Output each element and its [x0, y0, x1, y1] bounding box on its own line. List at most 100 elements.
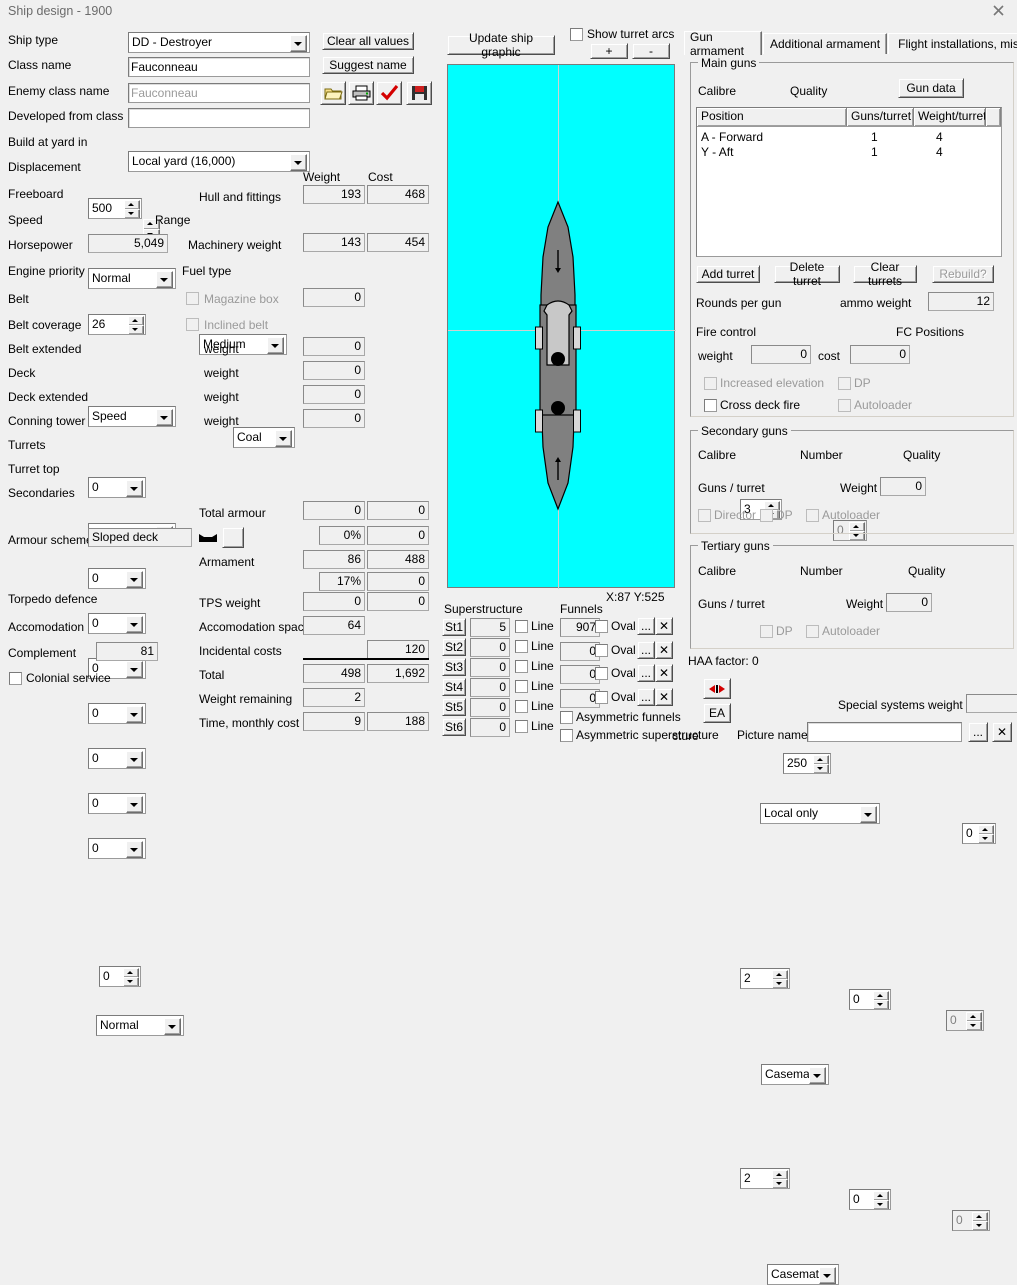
secondary-calibre-input[interactable]: 2: [740, 968, 790, 989]
tertiary-calibre-spin-down[interactable]: [772, 1179, 788, 1188]
tab-gun-armament[interactable]: Gun armament: [684, 30, 762, 58]
print-button[interactable]: [348, 81, 374, 105]
tertiary-number-spin-down[interactable]: [873, 1200, 889, 1209]
column-header-position[interactable]: Position: [697, 108, 847, 126]
fuel-type-select[interactable]: Coal: [233, 427, 295, 448]
secondary-calibre-spin-down[interactable]: [772, 979, 788, 988]
chevron-down-icon[interactable]: [126, 480, 143, 497]
funnel-clear-button-0[interactable]: ✕: [655, 617, 673, 635]
column-header-weight-turret[interactable]: Weight/turret: [914, 108, 986, 126]
tab-flight-installations[interactable]: Flight installations, missiles: [888, 33, 1017, 54]
torpedo-defence-input[interactable]: 0: [99, 966, 141, 987]
clear-turrets-button[interactable]: Clear turrets: [853, 260, 917, 288]
secondary-autoloader-checkbox[interactable]: [806, 509, 819, 522]
funnel-clear-button-3[interactable]: ✕: [655, 688, 673, 706]
chevron-down-icon[interactable]: [126, 751, 143, 768]
validate-button[interactable]: [376, 81, 402, 105]
rounds-spin-down[interactable]: [813, 764, 829, 773]
zoom-in-button[interactable]: +: [590, 43, 628, 59]
superstructure-button-2[interactable]: St3: [442, 658, 466, 676]
delete-turret-button[interactable]: Delete turret: [774, 260, 840, 288]
funnel-browse-button-2[interactable]: ...: [637, 664, 655, 682]
flip-picture-button[interactable]: [703, 678, 731, 699]
chevron-down-icon[interactable]: [290, 154, 307, 171]
engine-priority-select[interactable]: Speed: [88, 406, 176, 427]
belt-select[interactable]: 0: [88, 477, 146, 498]
superstructure-line-checkbox-0[interactable]: [515, 620, 528, 633]
zoom-out-button[interactable]: -: [632, 43, 670, 59]
increased-elevation-checkbox[interactable]: [704, 377, 717, 390]
ship-graphic-canvas[interactable]: [447, 64, 676, 589]
gun-data-button[interactable]: Gun data: [898, 78, 964, 98]
tertiary-calibre-input[interactable]: 2: [740, 1168, 790, 1189]
superstructure-button-1[interactable]: St2: [442, 638, 466, 656]
main-guns-table[interactable]: Position Guns/turret Weight/turret A - F…: [696, 107, 1002, 257]
superstructure-line-checkbox-2[interactable]: [515, 660, 528, 673]
speed-input[interactable]: 26: [88, 314, 146, 335]
asymmetric-funnels-checkbox[interactable]: [560, 711, 573, 724]
chevron-down-icon[interactable]: [126, 661, 143, 678]
ea-button[interactable]: EA: [703, 703, 731, 723]
chevron-down-icon[interactable]: [126, 616, 143, 633]
update-ship-graphic-button[interactable]: Update ship graphic: [447, 31, 555, 59]
tertiary-autoloader-checkbox[interactable]: [806, 625, 819, 638]
cross-deck-fire-checkbox[interactable]: [704, 399, 717, 412]
secondary-guns-turret-select[interactable]: Casemate:: [761, 1064, 829, 1085]
tertiary-quality-input[interactable]: 0: [952, 1210, 990, 1231]
funnel-oval-checkbox-3[interactable]: [595, 691, 608, 704]
magazine-box-checkbox[interactable]: [186, 292, 199, 305]
tertiary-quality-spin-down[interactable]: [972, 1221, 988, 1230]
superstructure-line-checkbox-4[interactable]: [515, 700, 528, 713]
chevron-down-icon[interactable]: [164, 1018, 181, 1035]
funnel-clear-button-1[interactable]: ✕: [655, 641, 673, 659]
belt-extended-select[interactable]: 0: [88, 568, 146, 589]
chevron-down-icon[interactable]: [126, 796, 143, 813]
secondary-number-input[interactable]: 0: [849, 989, 891, 1010]
main-dp-checkbox[interactable]: [838, 377, 851, 390]
tertiary-number-input[interactable]: 0: [849, 1189, 891, 1210]
superstructure-button-5[interactable]: St6: [442, 718, 466, 736]
secondary-quality-input[interactable]: 0: [946, 1010, 984, 1031]
close-icon[interactable]: [987, 4, 1009, 20]
superstructure-button-0[interactable]: St1: [442, 618, 466, 636]
picture-browse-button[interactable]: ...: [968, 722, 988, 742]
clear-all-values-button[interactable]: Clear all values: [322, 32, 414, 50]
chevron-down-icon[interactable]: [275, 430, 292, 447]
superstructure-line-checkbox-5[interactable]: [515, 720, 528, 733]
chevron-down-icon[interactable]: [267, 337, 284, 354]
secondary-number-spin-down[interactable]: [873, 1000, 889, 1009]
armour-scheme-picker-button[interactable]: [222, 527, 244, 548]
build-yard-select[interactable]: Local yard (16,000): [128, 151, 310, 172]
table-row[interactable]: Y - Aft 1 4: [697, 145, 1001, 160]
conning-tower-select[interactable]: 0: [88, 703, 146, 724]
chevron-down-icon[interactable]: [126, 706, 143, 723]
turrets-armour-select[interactable]: 0: [88, 748, 146, 769]
accomodation-select[interactable]: Normal: [96, 1015, 184, 1036]
fc-positions-input[interactable]: 0: [962, 823, 996, 844]
secondary-quality-spin-down[interactable]: [966, 1021, 982, 1030]
funnel-browse-button-0[interactable]: ...: [637, 617, 655, 635]
secondaries-armour-select[interactable]: 0: [88, 838, 146, 859]
funnel-oval-checkbox-0[interactable]: [595, 620, 608, 633]
column-header-guns-turret[interactable]: Guns/turret: [847, 108, 914, 126]
class-name-input[interactable]: Fauconneau: [128, 57, 310, 77]
open-file-button[interactable]: [320, 81, 346, 105]
speed-spin-down[interactable]: [128, 325, 144, 334]
funnel-browse-button-1[interactable]: ...: [637, 641, 655, 659]
fc-positions-spin-down[interactable]: [978, 834, 994, 843]
torpedo-defence-spin-down[interactable]: [123, 977, 139, 986]
funnel-oval-checkbox-1[interactable]: [595, 644, 608, 657]
funnel-oval-checkbox-2[interactable]: [595, 667, 608, 680]
column-header-extra[interactable]: [986, 108, 1001, 126]
secondary-director-checkbox[interactable]: [698, 509, 711, 522]
suggest-name-button[interactable]: Suggest name: [322, 56, 414, 74]
superstructure-button-4[interactable]: St5: [442, 698, 466, 716]
superstructure-button-3[interactable]: St4: [442, 678, 466, 696]
asymmetric-superstructure-checkbox[interactable]: [560, 729, 573, 742]
superstructure-line-checkbox-3[interactable]: [515, 680, 528, 693]
chevron-down-icon[interactable]: [126, 841, 143, 858]
picture-name-input[interactable]: [807, 722, 962, 742]
chevron-down-icon[interactable]: [819, 1267, 836, 1284]
colonial-service-checkbox[interactable]: [9, 672, 22, 685]
chevron-down-icon[interactable]: [126, 571, 143, 588]
